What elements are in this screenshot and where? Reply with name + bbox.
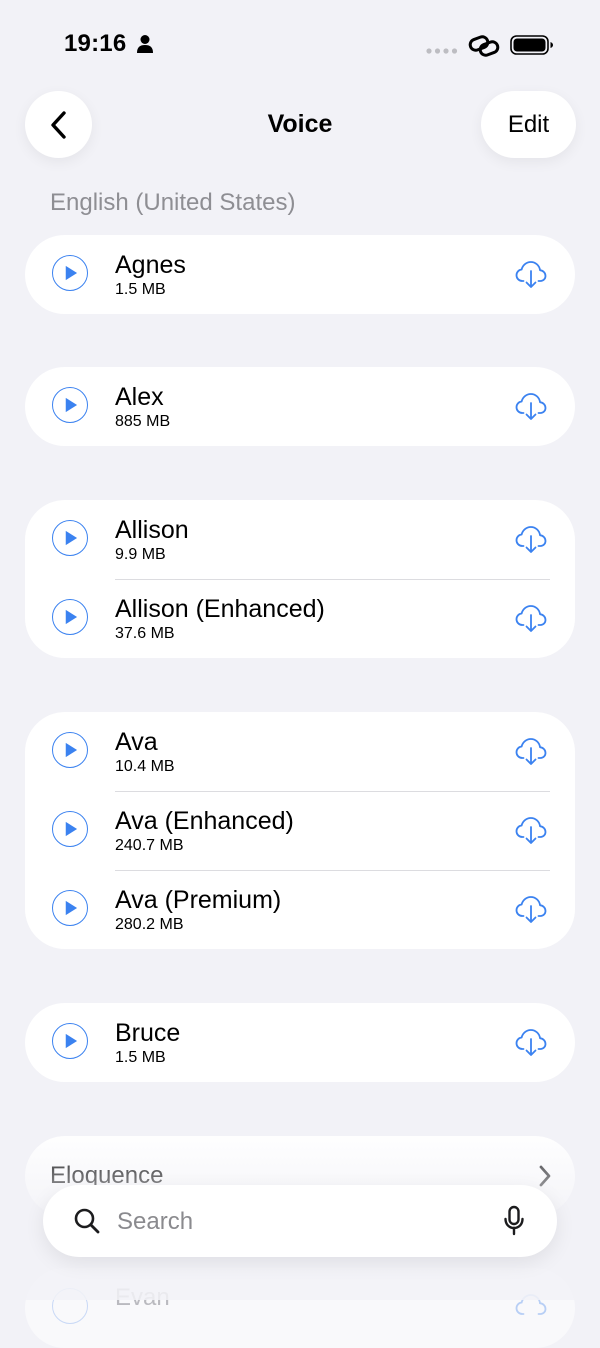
voice-name: Bruce	[115, 1019, 181, 1047]
voice-size: 9.9 MB	[115, 546, 166, 563]
cloud-download-icon[interactable]	[514, 813, 548, 847]
voice-name: Allison	[115, 516, 189, 544]
voice-group: Bruce 1.5 MB	[25, 1003, 575, 1082]
play-icon[interactable]	[52, 599, 88, 635]
voice-name: Ava	[115, 728, 158, 756]
play-icon[interactable]	[52, 1288, 88, 1324]
section-header: English (United States)	[50, 189, 296, 216]
edit-button[interactable]: Edit	[481, 91, 576, 158]
link-icon	[468, 35, 500, 57]
voice-row-alex[interactable]: Alex 885 MB	[25, 367, 575, 446]
voice-name: Alex	[115, 383, 164, 411]
play-icon[interactable]	[52, 811, 88, 847]
voice-name: Evan	[115, 1284, 170, 1311]
play-icon[interactable]	[52, 520, 88, 556]
voice-size: 1.5 MB	[115, 1049, 166, 1066]
search-bar[interactable]	[43, 1185, 557, 1257]
voice-row-ava[interactable]: Ava 10.4 MB	[25, 712, 575, 791]
cloud-download-icon[interactable]	[514, 601, 548, 635]
play-icon[interactable]	[52, 1023, 88, 1059]
voice-row-agnes[interactable]: Agnes 1.5 MB	[25, 235, 575, 314]
voice-size: 37.6 MB	[115, 625, 175, 642]
cloud-download-icon[interactable]	[514, 257, 548, 291]
cloud-download-icon[interactable]	[514, 734, 548, 768]
voice-row-allison[interactable]: Allison 9.9 MB	[25, 500, 575, 579]
voice-group: Ava 10.4 MB Ava (Enhanced) 240.7 MB Ava …	[25, 712, 575, 949]
status-time: 19:16	[64, 30, 127, 57]
search-icon	[74, 1208, 100, 1234]
play-icon[interactable]	[52, 890, 88, 926]
voice-row-allison-enhanced[interactable]: Allison (Enhanced) 37.6 MB	[25, 579, 575, 658]
voice-row-evan[interactable]: Evan	[25, 1268, 575, 1348]
play-icon[interactable]	[52, 255, 88, 291]
play-icon[interactable]	[52, 732, 88, 768]
chevron-right-icon	[539, 1165, 551, 1187]
cloud-download-icon[interactable]	[514, 389, 548, 423]
cloud-download-icon[interactable]	[514, 1025, 548, 1059]
play-icon[interactable]	[52, 387, 88, 423]
voice-size: 10.4 MB	[115, 758, 175, 775]
person-icon	[137, 35, 153, 53]
voice-name: Ava (Premium)	[115, 886, 282, 914]
cellular-signal-icon	[426, 48, 458, 54]
voice-name: Agnes	[115, 251, 186, 279]
voice-size: 240.7 MB	[115, 837, 184, 854]
cloud-download-icon[interactable]	[514, 892, 548, 926]
voice-size: 280.2 MB	[115, 916, 184, 933]
voice-row-bruce[interactable]: Bruce 1.5 MB	[25, 1003, 575, 1082]
search-input[interactable]	[115, 1199, 489, 1245]
voice-group: Agnes 1.5 MB	[25, 235, 575, 314]
voice-group: Alex 885 MB	[25, 367, 575, 446]
battery-icon	[510, 35, 553, 55]
voice-row-ava-enhanced[interactable]: Ava (Enhanced) 240.7 MB	[25, 791, 575, 870]
voice-size: 1.5 MB	[115, 281, 166, 298]
voice-name: Ava (Enhanced)	[115, 807, 294, 835]
voice-group: Allison 9.9 MB Allison (Enhanced) 37.6 M…	[25, 500, 575, 658]
voice-size: 885 MB	[115, 413, 171, 430]
cloud-download-icon[interactable]	[514, 1290, 548, 1324]
cloud-download-icon[interactable]	[514, 522, 548, 556]
voice-row-ava-premium[interactable]: Ava (Premium) 280.2 MB	[25, 870, 575, 949]
voice-name: Allison (Enhanced)	[115, 595, 325, 623]
microphone-icon[interactable]	[503, 1205, 525, 1237]
status-bar: 19:16	[0, 0, 600, 80]
